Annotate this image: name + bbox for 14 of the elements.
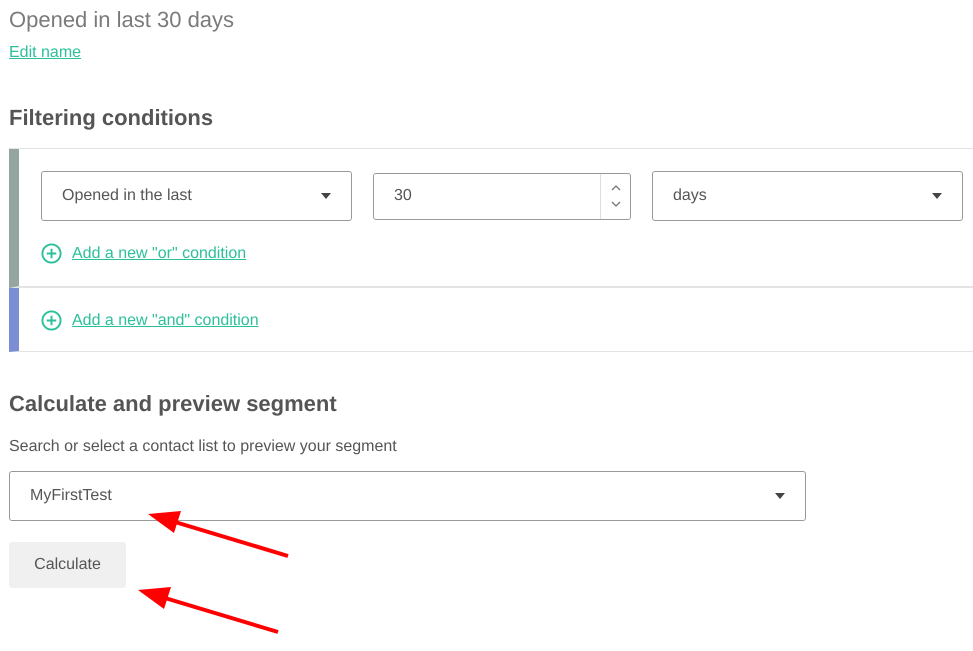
unit-select[interactable]: days <box>652 171 963 221</box>
contact-list-select[interactable]: MyFirstTest <box>9 471 806 521</box>
calculate-button[interactable]: Calculate <box>9 542 126 588</box>
section-heading: Filtering conditions <box>9 104 214 132</box>
add-icon[interactable] <box>41 243 62 264</box>
segment-title: Opened in last 30 days <box>9 6 234 34</box>
condition-select[interactable]: Opened in the last <box>41 171 352 221</box>
caret-icon <box>775 493 785 499</box>
add-icon[interactable] <box>41 310 62 331</box>
field-label: Search or select a contact list to preview your segment <box>9 438 397 456</box>
number-field[interactable]: 30 <box>373 172 631 220</box>
section-heading: Calculate and preview segment <box>9 390 337 418</box>
caret-icon <box>932 193 942 199</box>
caret-icon <box>321 193 331 199</box>
